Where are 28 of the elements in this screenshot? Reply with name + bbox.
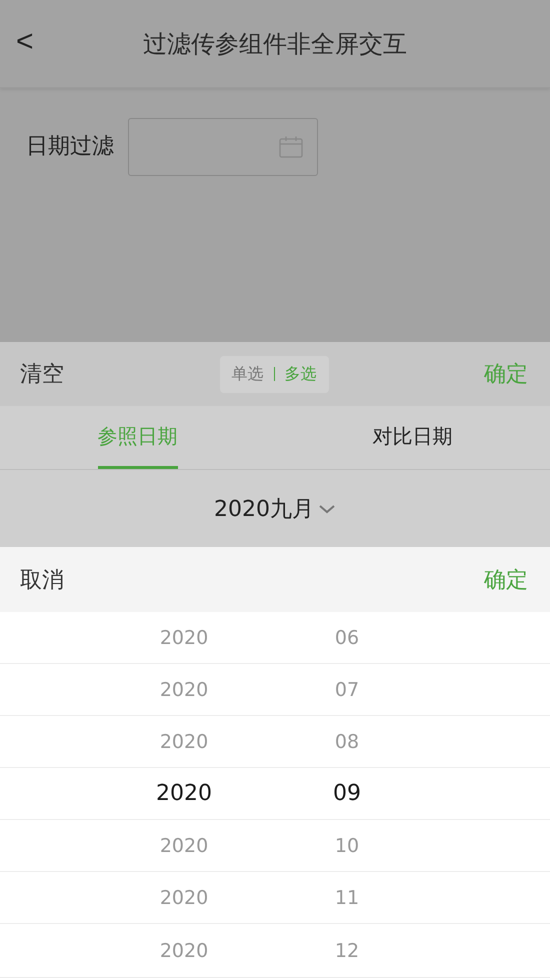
- month-option[interactable]: 11: [317, 886, 377, 908]
- page-title: 过滤传参组件非全屏交互: [143, 28, 407, 60]
- month-dropdown[interactable]: 2020九月: [214, 494, 336, 524]
- filter-label: 日期过滤: [26, 133, 114, 161]
- year-option[interactable]: 2020: [154, 730, 214, 752]
- year-option[interactable]: 2020: [154, 678, 214, 700]
- year-option[interactable]: 2020: [154, 626, 214, 648]
- month-option[interactable]: 10: [317, 834, 377, 856]
- back-button[interactable]: <: [10, 24, 40, 60]
- clear-button[interactable]: 清空: [20, 359, 64, 389]
- date-tab[interactable]: 对比日期: [275, 406, 550, 469]
- year-option[interactable]: 2020: [154, 834, 214, 856]
- mode-option[interactable]: 单选: [232, 364, 264, 384]
- date-field[interactable]: [128, 118, 318, 176]
- confirm-button[interactable]: 确定: [484, 359, 528, 389]
- year-option[interactable]: 2020: [154, 781, 214, 806]
- cancel-button[interactable]: 取消: [20, 564, 64, 594]
- mode-option[interactable]: 多选: [284, 364, 316, 384]
- month-option[interactable]: 06: [317, 626, 377, 648]
- month-option[interactable]: 07: [317, 678, 377, 700]
- month-option[interactable]: 09: [317, 781, 377, 806]
- confirm-button[interactable]: 确定: [484, 564, 528, 594]
- chevron-down-icon: [318, 504, 336, 514]
- year-option[interactable]: 2020: [154, 940, 214, 962]
- year-option[interactable]: 2020: [154, 886, 214, 908]
- calendar-icon: [279, 136, 303, 158]
- month-option[interactable]: 12: [317, 940, 377, 962]
- month-option[interactable]: 08: [317, 730, 377, 752]
